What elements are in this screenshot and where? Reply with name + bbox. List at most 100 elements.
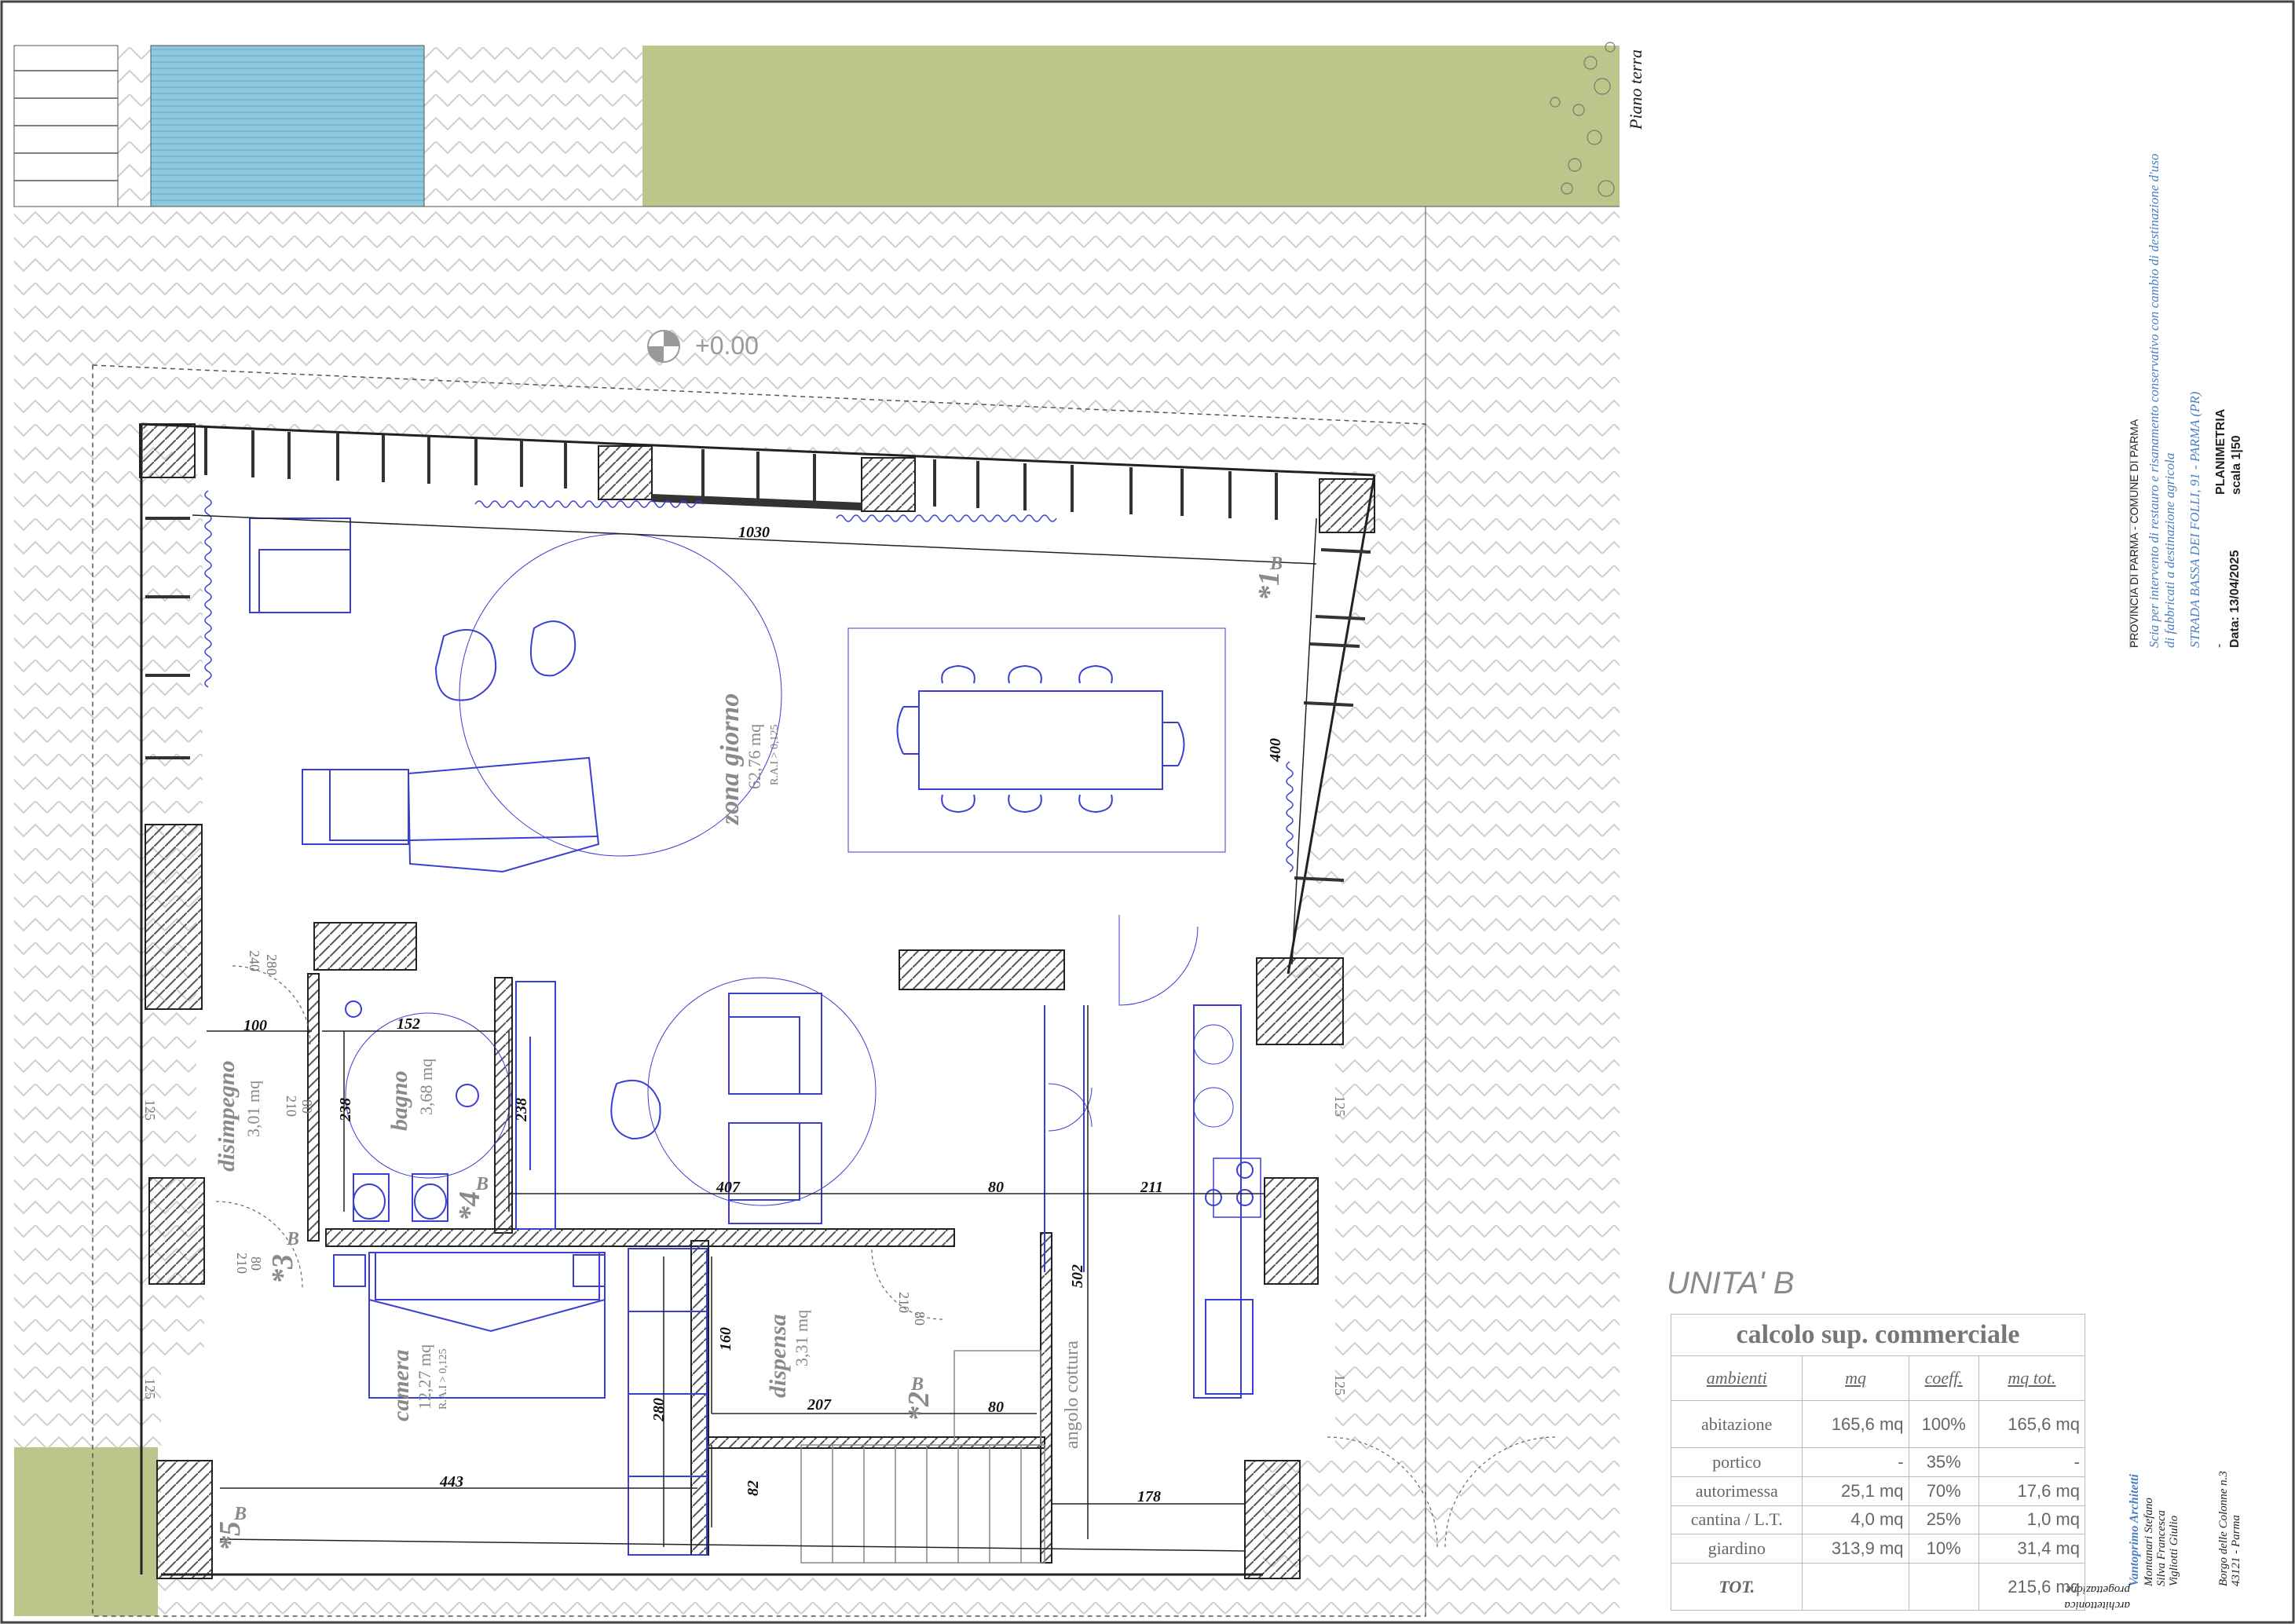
dim-400: 400 xyxy=(1267,738,1284,763)
window-label-125-d: 125 xyxy=(1332,1374,1348,1395)
table-row: autorimessa 25,1 mq 70% 17,6 mq xyxy=(1670,1476,2086,1506)
tag-1-sub: B xyxy=(1269,554,1283,574)
table-cell: 165,6 mq xyxy=(1978,1400,2086,1448)
door-label-210-a: 210 xyxy=(284,1095,299,1117)
dim-443: 443 xyxy=(439,1473,463,1490)
table-total-value: 215,6 mq xyxy=(1978,1563,2086,1611)
table-total-label: TOT. xyxy=(1670,1563,1803,1611)
table-cell: portico xyxy=(1670,1447,1803,1477)
window-label-125-c: 125 xyxy=(1332,1095,1348,1117)
dim-238-b: 238 xyxy=(513,1098,530,1122)
lawn-bottom xyxy=(14,1447,158,1616)
room-ratio-zona-giorno: R.A.I > 0,125 xyxy=(769,724,781,785)
pool xyxy=(150,45,425,207)
credits-studio: Vantoprimo Architetti xyxy=(2128,1473,2141,1586)
table-cell: 25,1 mq xyxy=(1802,1476,1909,1506)
tag-4-sub: B xyxy=(475,1174,489,1194)
door-label-240: 240 xyxy=(247,950,262,971)
table-cell-empty xyxy=(1908,1563,1979,1611)
room-ratio-camera: R.A.I > 0,125 xyxy=(437,1348,449,1410)
dim-211: 211 xyxy=(1140,1179,1163,1196)
table-header-ambienti: ambienti xyxy=(1670,1355,1803,1401)
room-name-angolo-cottura: angolo cottura xyxy=(1062,1341,1082,1449)
door-label-210-b: 210 xyxy=(234,1253,250,1274)
room-area-dispensa: 3,31 mq xyxy=(792,1310,811,1366)
dim-407: 407 xyxy=(716,1179,741,1196)
room-name-zona-giorno: zona giorno xyxy=(716,693,745,825)
title-address: STRADA BASSA DEI FOLLI, 91 - PARMA (PR) xyxy=(2187,391,2202,648)
room-name-camera: camera xyxy=(388,1349,414,1421)
dim-238-a: 238 xyxy=(337,1098,354,1122)
credits-address-1: Borgo delle Colonne n.3 xyxy=(2217,1471,2230,1586)
unit-label: UNITA' B xyxy=(1667,1266,1795,1300)
table-cell: giardino xyxy=(1670,1534,1803,1564)
table-header-coeff: coeff. xyxy=(1908,1355,1979,1401)
table-cell: 10% xyxy=(1908,1534,1979,1564)
table-cell: 35% xyxy=(1908,1447,1979,1477)
dim-207: 207 xyxy=(807,1396,832,1414)
dim-80-a: 80 xyxy=(988,1179,1004,1196)
dim-160: 160 xyxy=(717,1327,734,1351)
title-dash: - xyxy=(2213,644,2226,648)
title-project-line2: di fabbricati a destinazione agricola xyxy=(2162,453,2177,648)
room-name-bagno: bagno xyxy=(386,1070,412,1131)
room-area-disimpegno: 3,01 mq xyxy=(243,1081,263,1137)
table-cell: - xyxy=(1802,1447,1909,1477)
table-cell: 4,0 mq xyxy=(1802,1505,1909,1535)
table-total-row: TOT. 215,6 mq xyxy=(1670,1563,2086,1611)
level-label: Piano terra xyxy=(1626,49,1645,130)
title-authority: PROVINCIA DI PARMA - COMUNE DI PARMA xyxy=(2128,419,2140,648)
table-row: abitazione 165,6 mq 100% 165,6 mq xyxy=(1670,1400,2086,1448)
dim-502: 502 xyxy=(1069,1264,1086,1288)
door-label-80-a: 80 xyxy=(299,1099,315,1114)
title-date: Data: 13/04/2025 xyxy=(2228,550,2242,648)
room-area-camera: 12,27 mq xyxy=(415,1344,434,1410)
elevation-label: +0.00 xyxy=(695,331,759,360)
room-area-zona-giorno: 62,76 mq xyxy=(745,724,764,789)
title-scale: scala 1|50 xyxy=(2230,435,2243,495)
dim-178: 178 xyxy=(1137,1488,1161,1505)
tag-1: *1 xyxy=(1253,571,1286,601)
table-cell: 165,6 mq xyxy=(1802,1400,1909,1448)
door-label-80-b: 80 xyxy=(248,1256,264,1271)
title-drawing: PLANIMETRIA xyxy=(2214,408,2227,495)
tag-2: *2 xyxy=(902,1392,935,1421)
dim-82: 82 xyxy=(745,1480,762,1496)
room-name-disimpegno: disimpegno xyxy=(214,1060,240,1172)
table-row: giardino 313,9 mq 10% 31,4 mq xyxy=(1670,1534,2086,1564)
title-project-line1: Scia per intervento di restauro e risana… xyxy=(2147,154,2161,648)
table-cell: 25% xyxy=(1908,1505,1979,1535)
dim-80-b: 80 xyxy=(988,1399,1004,1416)
dim-1030: 1030 xyxy=(738,524,770,541)
dim-152: 152 xyxy=(397,1015,420,1033)
table-row: portico - 35% - xyxy=(1670,1447,2086,1477)
tag-2-sub: B xyxy=(910,1374,924,1395)
door-label-80-c: 80 xyxy=(912,1311,928,1326)
credits-person-2: Silva Francesca xyxy=(2155,1510,2168,1586)
credits-person-1: Montanari Stefano xyxy=(2143,1498,2155,1587)
table-cell: 100% xyxy=(1908,1400,1979,1448)
tag-3-sub: B xyxy=(286,1229,299,1249)
table-cell: - xyxy=(1978,1447,2086,1477)
table-cell: abitazione xyxy=(1670,1400,1803,1448)
tag-5-sub: B xyxy=(233,1504,247,1524)
tag-5: *5 xyxy=(214,1521,247,1551)
tag-3: *3 xyxy=(266,1254,299,1284)
door-label-210-c: 210 xyxy=(896,1292,912,1313)
table-cell: 31,4 mq xyxy=(1978,1534,2086,1564)
room-area-bagno: 3,68 mq xyxy=(416,1059,436,1115)
table-header-mq-tot: mq tot. xyxy=(1978,1355,2086,1401)
credits-person-3: Vigliotti Giulio xyxy=(2168,1515,2180,1586)
table-cell: 70% xyxy=(1908,1476,1979,1506)
tag-4: *4 xyxy=(453,1191,486,1221)
dim-280: 280 xyxy=(650,1398,668,1422)
interior-floor xyxy=(141,424,1374,1575)
lawn-top xyxy=(642,46,1620,207)
table-title: calcolo sup. commerciale xyxy=(1671,1314,2085,1356)
dim-100: 100 xyxy=(243,1017,267,1034)
table-cell-empty xyxy=(1802,1563,1909,1611)
table-cell: 313,9 mq xyxy=(1802,1534,1909,1564)
window-label-125-b: 125 xyxy=(142,1378,158,1399)
table-cell: 1,0 mq xyxy=(1978,1505,2086,1535)
table-header-mq: mq xyxy=(1802,1355,1909,1401)
